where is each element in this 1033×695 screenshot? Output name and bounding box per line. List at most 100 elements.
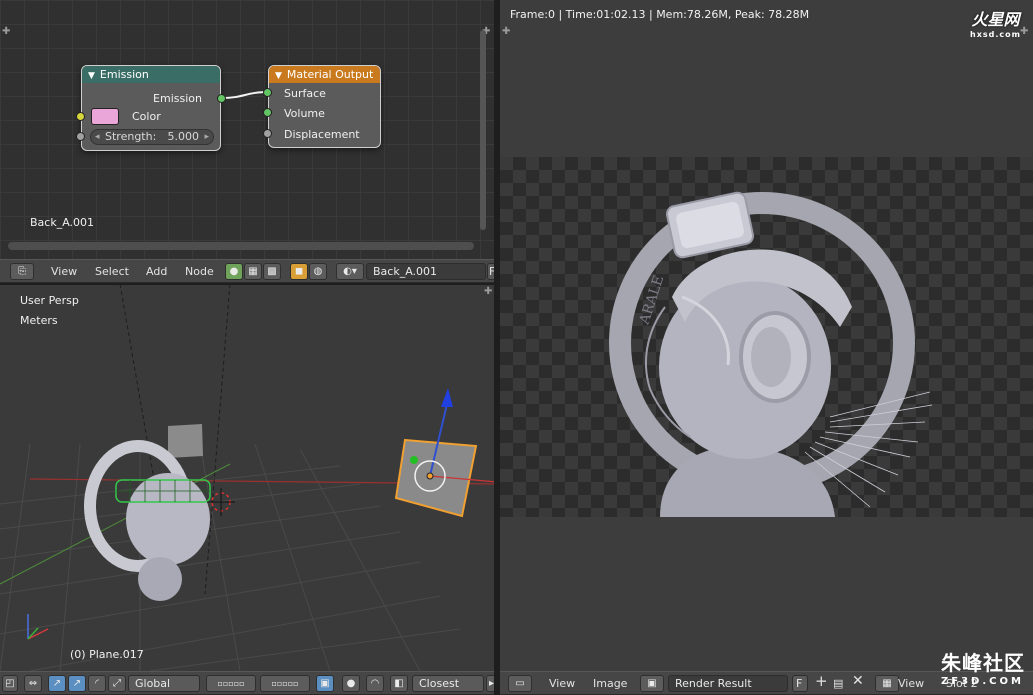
- strength-input-socket[interactable]: [76, 132, 85, 141]
- headphone-inner-render: [751, 327, 791, 387]
- surface-input-label: Surface: [284, 87, 326, 100]
- node-editor[interactable]: ✚ ✚ ▼ Emission Emission Color ◂ Strength:…: [0, 0, 494, 260]
- camera-frustum-line: [204, 284, 231, 595]
- layer-buttons-icon[interactable]: ▫▫▫▫▫: [206, 675, 256, 692]
- floor-grid: [0, 443, 461, 671]
- image-menu-image[interactable]: Image: [593, 675, 627, 692]
- background-plane: [168, 424, 203, 458]
- 3d-view-header: ◰ ⇔ ↗ ↗ ◜ ⤢ Global ▫▫▫▫▫ ▫▫▫▫▫ ▣ ● ◠ ◧ C…: [0, 671, 497, 695]
- transform-orientation-select[interactable]: Global: [128, 675, 200, 692]
- render-image: ARALE: [609, 191, 933, 517]
- material-output-header[interactable]: ▼ Material Output: [269, 66, 380, 83]
- open-image-icon[interactable]: ▤: [833, 675, 843, 692]
- viewport-scene: [0, 284, 497, 671]
- emission-color-swatch[interactable]: [91, 108, 119, 125]
- units-label: Meters: [20, 314, 58, 327]
- editor-type-3d-icon[interactable]: ◰: [2, 675, 18, 692]
- color-input-socket[interactable]: [76, 112, 85, 121]
- object-shader-icon[interactable]: ◼: [290, 263, 308, 280]
- 3d-viewport[interactable]: User Persp Meters (0) Plane.017 ✚: [0, 284, 497, 671]
- editor-type-image-icon[interactable]: ▭: [508, 675, 532, 692]
- surface-input-socket[interactable]: [263, 88, 272, 97]
- collapse-triangle-icon[interactable]: ▼: [275, 68, 282, 85]
- shader-tree-icon[interactable]: ●: [225, 263, 243, 280]
- transform-arrows-icon[interactable]: ⇔: [24, 675, 42, 692]
- area-corner-plus-icon[interactable]: ✚: [484, 286, 492, 297]
- image-menu-view[interactable]: View: [549, 675, 575, 692]
- emission-node-title: Emission: [99, 68, 149, 81]
- proportional-edit-icon[interactable]: ◠: [366, 675, 384, 692]
- strength-label: Strength:: [105, 130, 157, 143]
- emission-node-header[interactable]: ▼ Emission: [82, 66, 220, 83]
- zf3d-brand-text: 朱峰社区: [941, 651, 1025, 675]
- menu-add[interactable]: Add: [146, 263, 167, 280]
- node-editor-vertical-scrollbar[interactable]: [480, 30, 486, 230]
- head-mesh: [126, 473, 210, 565]
- material-name-field[interactable]: Back_A.001: [366, 263, 486, 280]
- gizmo-y-axis: [27, 627, 39, 640]
- emission-to-surface-link: [220, 91, 270, 99]
- zf3d-url-text: ZF3D.COM: [941, 676, 1024, 687]
- emission-node[interactable]: ▼ Emission Emission Color ◂ Strength: 5.0…: [76, 65, 226, 151]
- menu-node[interactable]: Node: [185, 263, 214, 280]
- node-editor-header: ⎘ View Select Add Node ● ▦ ▩ ◼ ◍ ◐▾ Back…: [0, 259, 497, 283]
- strength-value: 5.000: [167, 130, 200, 143]
- strength-field[interactable]: ◂ Strength: 5.000 ▸: [90, 129, 214, 145]
- object-origin: [426, 472, 434, 480]
- area-corner-plus-icon[interactable]: ✚: [502, 26, 510, 37]
- increment-arrow-icon[interactable]: ▸: [204, 130, 209, 144]
- gizmo-x-axis: [27, 628, 49, 640]
- view-layer-label[interactable]: View: [898, 675, 924, 692]
- material-browse-icon[interactable]: ◐▾: [336, 263, 364, 280]
- zf3d-watermark: 朱峰社区 ZF3D.COM: [941, 647, 1025, 687]
- volume-input-socket[interactable]: [263, 108, 272, 117]
- menu-select[interactable]: Select: [95, 263, 129, 280]
- image-fake-user-button[interactable]: F: [792, 675, 808, 692]
- hxsd-brand-text: 火星网: [971, 10, 1020, 29]
- snap-element-icon[interactable]: ◧: [390, 675, 408, 692]
- image-editor[interactable]: Frame:0 | Time:01:02.13 | Mem:78.26M, Pe…: [500, 0, 1033, 671]
- body-mesh: [138, 557, 182, 601]
- area-corner-plus-icon[interactable]: ✚: [1020, 26, 1028, 37]
- manipulator-move-icon[interactable]: ↗: [68, 675, 86, 692]
- collapse-triangle-icon[interactable]: ▼: [88, 68, 95, 85]
- layer-buttons-icon[interactable]: ▫▫▫▫▫: [260, 675, 310, 692]
- image-name-field[interactable]: Render Result: [668, 675, 788, 692]
- manipulator-y-handle: [410, 456, 418, 464]
- active-object-label: (0) Plane.017: [70, 648, 144, 661]
- editor-type-node-icon[interactable]: ⎘: [10, 263, 34, 280]
- manipulator-z-arrow: [441, 388, 453, 407]
- view-name-label: User Persp: [20, 294, 79, 307]
- lock-layers-icon[interactable]: ▣: [316, 675, 334, 692]
- material-name-label: Back_A.001: [30, 216, 95, 229]
- compositing-tree-icon[interactable]: ▦: [244, 263, 262, 280]
- area-separator-vertical[interactable]: [494, 0, 500, 695]
- render-info-text: Frame:0 | Time:01:02.13 | Mem:78.26M, Pe…: [510, 8, 810, 21]
- image-channels-icon[interactable]: ▦: [875, 675, 899, 692]
- world-shader-icon[interactable]: ◍: [309, 263, 327, 280]
- new-image-icon[interactable]: +: [815, 673, 828, 690]
- render-preview-icon[interactable]: ●: [342, 675, 360, 692]
- render-result-canvas[interactable]: ARALE: [500, 157, 1033, 517]
- volume-input-label: Volume: [284, 107, 325, 120]
- hxsd-watermark: 火星网 hxsd.com: [970, 6, 1021, 39]
- hxsd-url-text: hxsd.com: [970, 30, 1021, 39]
- manipulator-rotate-icon[interactable]: ◜: [88, 675, 106, 692]
- snap-target-select[interactable]: Closest: [412, 675, 484, 692]
- image-browse-icon[interactable]: ▣: [640, 675, 664, 692]
- menu-view[interactable]: View: [51, 263, 77, 280]
- manipulator-scale-icon[interactable]: ⤢: [108, 675, 126, 692]
- displacement-input-label: Displacement: [284, 128, 360, 141]
- unlink-image-icon[interactable]: ✕: [852, 673, 864, 690]
- area-separator-horizontal[interactable]: [0, 283, 497, 285]
- node-editor-horizontal-scrollbar[interactable]: [8, 242, 474, 250]
- emission-output-label: Emission: [153, 92, 202, 105]
- texture-tree-icon[interactable]: ▩: [263, 263, 281, 280]
- displacement-input-socket[interactable]: [263, 129, 272, 138]
- emission-output-socket[interactable]: [217, 94, 226, 103]
- manipulator-translate-icon[interactable]: ↗: [48, 675, 66, 692]
- color-input-label: Color: [132, 110, 161, 123]
- decrement-arrow-icon[interactable]: ◂: [95, 130, 100, 144]
- material-output-node[interactable]: ▼ Material Output Surface Volume Displace…: [263, 65, 381, 148]
- material-output-title: Material Output: [286, 68, 374, 81]
